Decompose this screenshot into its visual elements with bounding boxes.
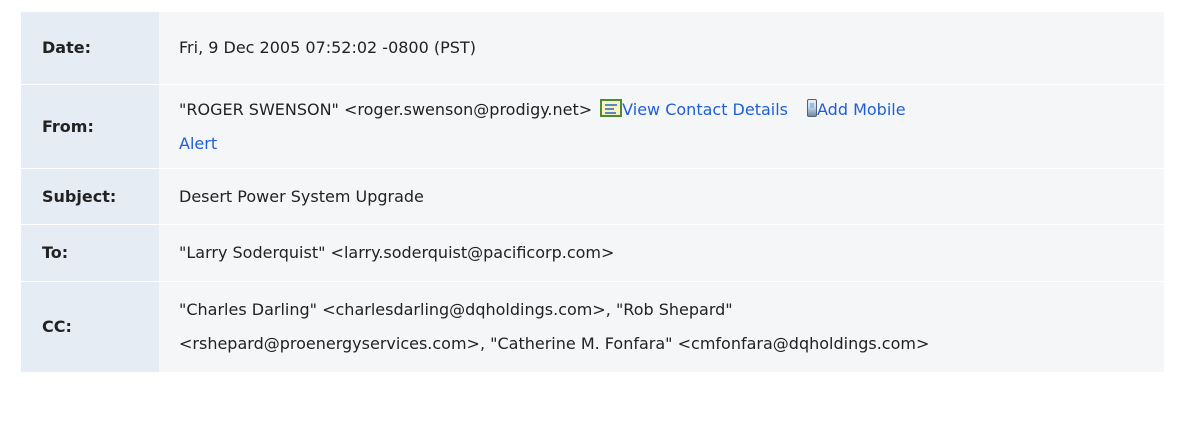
cc-row: CC: "Charles Darling" <charlesdarling@dq… (21, 281, 1164, 373)
date-row: Date: Fri, 9 Dec 2005 07:52:02 -0800 (PS… (21, 12, 1164, 85)
date-label: Date: (21, 12, 159, 85)
cc-label: CC: (21, 281, 159, 373)
add-mobile-alert-line2[interactable]: Alert (179, 134, 217, 153)
from-text: "ROGER SWENSON" <roger.swenson@prodigy.n… (179, 99, 593, 119)
add-mobile-alert-line1[interactable]: Add Mobile (817, 100, 906, 119)
to-label: To: (21, 224, 159, 282)
subject-text: Desert Power System Upgrade (179, 186, 424, 206)
subject-value: Desert Power System Upgrade (159, 168, 1164, 225)
view-contact-details-link[interactable]: View Contact Details (622, 100, 788, 119)
contact-card-icon[interactable] (600, 98, 623, 117)
to-row: To: "Larry Soderquist" <larry.soderquist… (21, 224, 1164, 282)
from-value: "ROGER SWENSON" <roger.swenson@prodigy.n… (159, 84, 1164, 169)
to-text: "Larry Soderquist" <larry.soderquist@pac… (179, 243, 615, 262)
from-label: From: (21, 84, 159, 169)
subject-row: Subject: Desert Power System Upgrade (21, 168, 1164, 225)
cc-line-1: "Charles Darling" <charlesdarling@dqhold… (179, 300, 733, 319)
mobile-phone-icon[interactable] (807, 98, 818, 117)
cc-value: "Charles Darling" <charlesdarling@dqhold… (159, 281, 1164, 373)
date-value: Fri, 9 Dec 2005 07:52:02 -0800 (PST) (159, 12, 1164, 85)
email-header-table: Date: Fri, 9 Dec 2005 07:52:02 -0800 (PS… (21, 12, 1164, 373)
to-value: "Larry Soderquist" <larry.soderquist@pac… (159, 224, 1164, 282)
from-row: From: "ROGER SWENSON" <roger.swenson@pro… (21, 84, 1164, 169)
cc-line-2: <rshepard@proenergyservices.com>, "Cathe… (179, 334, 930, 353)
date-text: Fri, 9 Dec 2005 07:52:02 -0800 (PST) (179, 38, 476, 57)
subject-label: Subject: (21, 168, 159, 225)
